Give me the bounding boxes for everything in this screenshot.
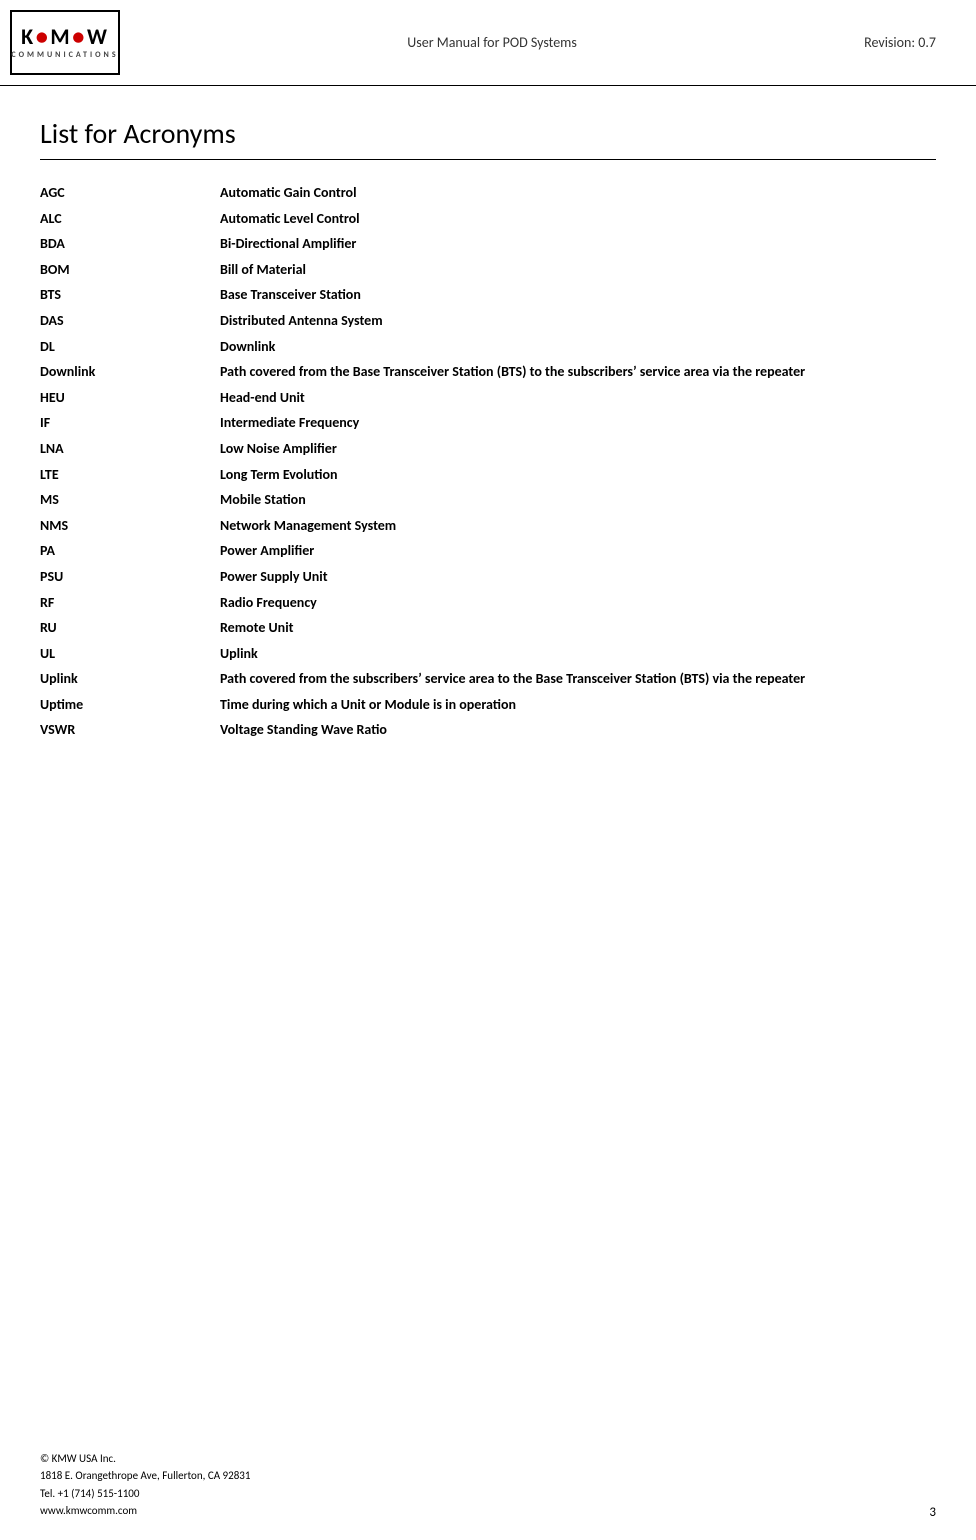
- acronym-abbr: MS: [40, 487, 220, 513]
- acronym-abbr: BTS: [40, 282, 220, 308]
- acronym-definition: Downlink: [220, 334, 936, 360]
- table-row: IFIntermediate Frequency: [40, 410, 936, 436]
- acronym-abbr: RU: [40, 615, 220, 641]
- footer-page-number: 3: [929, 1505, 936, 1520]
- table-row: AGCAutomatic Gain Control: [40, 180, 936, 206]
- logo-area: K●M●W COMMUNICATIONS: [10, 10, 120, 75]
- acronym-abbr: Uplink: [40, 666, 220, 692]
- table-row: UptimeTime during which a Unit or Module…: [40, 692, 936, 718]
- table-row: UplinkPath covered from the subscribers’…: [40, 666, 936, 692]
- logo-dot1: ●: [35, 23, 50, 50]
- acronym-abbr: PSU: [40, 564, 220, 590]
- acronym-abbr: PA: [40, 538, 220, 564]
- acronym-abbr: NMS: [40, 513, 220, 539]
- table-row: PAPower Amplifier: [40, 538, 936, 564]
- page-content: List for Acronyms AGCAutomatic Gain Cont…: [0, 86, 976, 763]
- footer-tel: Tel. +1 (714) 515-1100: [40, 1485, 250, 1503]
- page-title: List for Acronyms: [40, 116, 936, 151]
- acronym-abbr: ALC: [40, 206, 220, 232]
- acronym-definition: Long Term Evolution: [220, 462, 936, 488]
- acronym-abbr: Uptime: [40, 692, 220, 718]
- acronym-abbr: DAS: [40, 308, 220, 334]
- table-row: ALCAutomatic Level Control: [40, 206, 936, 232]
- table-row: BTSBase Transceiver Station: [40, 282, 936, 308]
- header-revision: Revision: 0.7: [864, 34, 936, 51]
- acronym-abbr: LNA: [40, 436, 220, 462]
- logo-dot2: ●: [72, 23, 87, 50]
- acronym-abbr: AGC: [40, 180, 220, 206]
- table-row: DASDistributed Antenna System: [40, 308, 936, 334]
- acronym-definition: Network Management System: [220, 513, 936, 539]
- table-row: PSUPower Supply Unit: [40, 564, 936, 590]
- logo-box: K●M●W COMMUNICATIONS: [10, 10, 120, 75]
- acronym-definition: Path covered from the Base Transceiver S…: [220, 359, 936, 385]
- table-row: BOMBill of Material: [40, 257, 936, 283]
- footer-website: www.kmwcomm.com: [40, 1502, 250, 1520]
- acronym-definition: Time during which a Unit or Module is in…: [220, 692, 936, 718]
- acronym-definition: Power Amplifier: [220, 538, 936, 564]
- acronym-definition: Bill of Material: [220, 257, 936, 283]
- header-center-text: User Manual for POD Systems: [120, 34, 864, 51]
- table-row: MSMobile Station: [40, 487, 936, 513]
- acronym-definition: Automatic Gain Control: [220, 180, 936, 206]
- acronym-abbr: Downlink: [40, 359, 220, 385]
- acronym-definition: Uplink: [220, 641, 936, 667]
- acronym-definition: Voltage Standing Wave Ratio: [220, 717, 936, 743]
- acronym-abbr: LTE: [40, 462, 220, 488]
- page-footer: © KMW USA Inc. 1818 E. Orangethrope Ave,…: [40, 1450, 936, 1520]
- table-row: RFRadio Frequency: [40, 590, 936, 616]
- table-row: NMSNetwork Management System: [40, 513, 936, 539]
- acronym-definition: Path covered from the subscribers’ servi…: [220, 666, 936, 692]
- table-row: BDABi-Directional Amplifier: [40, 231, 936, 257]
- footer-left: © KMW USA Inc. 1818 E. Orangethrope Ave,…: [40, 1450, 250, 1520]
- table-row: LTELong Term Evolution: [40, 462, 936, 488]
- table-row: DownlinkPath covered from the Base Trans…: [40, 359, 936, 385]
- acronym-definition: Radio Frequency: [220, 590, 936, 616]
- acronym-abbr: VSWR: [40, 717, 220, 743]
- acronym-abbr: BDA: [40, 231, 220, 257]
- table-row: VSWRVoltage Standing Wave Ratio: [40, 717, 936, 743]
- acronym-definition: Mobile Station: [220, 487, 936, 513]
- acronym-abbr: BOM: [40, 257, 220, 283]
- acronym-definition: Head-end Unit: [220, 385, 936, 411]
- logo-sub: COMMUNICATIONS: [11, 50, 118, 60]
- acronym-definition: Low Noise Amplifier: [220, 436, 936, 462]
- acronym-definition: Power Supply Unit: [220, 564, 936, 590]
- acronym-definition: Bi-Directional Amplifier: [220, 231, 936, 257]
- acronym-definition: Remote Unit: [220, 615, 936, 641]
- acronym-abbr: HEU: [40, 385, 220, 411]
- acronym-abbr: IF: [40, 410, 220, 436]
- table-row: ULUplink: [40, 641, 936, 667]
- table-row: RURemote Unit: [40, 615, 936, 641]
- acronym-abbr: DL: [40, 334, 220, 360]
- table-row: DLDownlink: [40, 334, 936, 360]
- acronym-definition: Base Transceiver Station: [220, 282, 936, 308]
- acronym-definition: Automatic Level Control: [220, 206, 936, 232]
- page-header: K●M●W COMMUNICATIONS User Manual for POD…: [0, 0, 976, 86]
- acronyms-table: AGCAutomatic Gain ControlALCAutomatic Le…: [40, 180, 936, 743]
- acronym-definition: Distributed Antenna System: [220, 308, 936, 334]
- title-divider: [40, 159, 936, 160]
- table-row: LNALow Noise Amplifier: [40, 436, 936, 462]
- footer-company: © KMW USA Inc.: [40, 1450, 250, 1468]
- logo-kmw: K●M●W: [21, 26, 109, 48]
- footer-address: 1818 E. Orangethrope Ave, Fullerton, CA …: [40, 1467, 250, 1485]
- table-row: HEUHead-end Unit: [40, 385, 936, 411]
- acronym-abbr: UL: [40, 641, 220, 667]
- acronym-abbr: RF: [40, 590, 220, 616]
- acronym-definition: Intermediate Frequency: [220, 410, 936, 436]
